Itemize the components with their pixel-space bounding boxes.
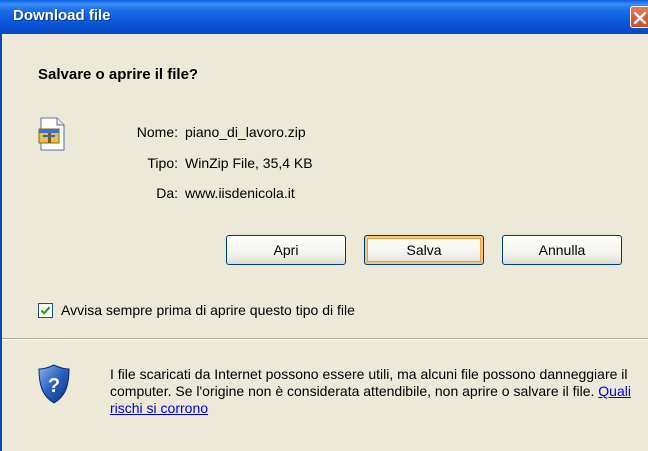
file-name-value: piano_di_lavoro.zip — [185, 124, 306, 140]
separator-highlight — [2, 339, 648, 340]
title-bar[interactable]: Download file — [0, 0, 648, 34]
type-label: Tipo: — [147, 155, 178, 171]
security-shield-icon: ? — [38, 364, 70, 404]
source-value: www.iisdenicola.it — [185, 185, 295, 201]
always-ask-label[interactable]: Avvisa sempre prima di aprire questo tip… — [61, 302, 355, 318]
window-title: Download file — [13, 7, 111, 24]
dialog-heading: Salvare o aprire il file? — [38, 66, 199, 83]
close-icon — [633, 11, 647, 25]
warning-text: I file scaricati da Internet possono ess… — [110, 366, 628, 399]
file-type-value: WinZip File, 35,4 KB — [185, 155, 313, 171]
cancel-button[interactable]: Annulla — [502, 235, 622, 265]
window-frame-left — [0, 34, 2, 451]
save-button[interactable]: Salva — [364, 235, 484, 265]
security-warning: I file scaricati da Internet possono ess… — [110, 366, 640, 417]
zip-file-icon — [38, 117, 65, 151]
source-label: Da: — [156, 185, 178, 201]
svg-text:?: ? — [48, 375, 60, 397]
name-label: Nome: — [136, 124, 178, 140]
open-button[interactable]: Apri — [226, 235, 346, 265]
always-ask-checkbox[interactable] — [38, 303, 53, 318]
checkmark-icon — [40, 306, 51, 315]
close-button[interactable] — [630, 6, 648, 28]
